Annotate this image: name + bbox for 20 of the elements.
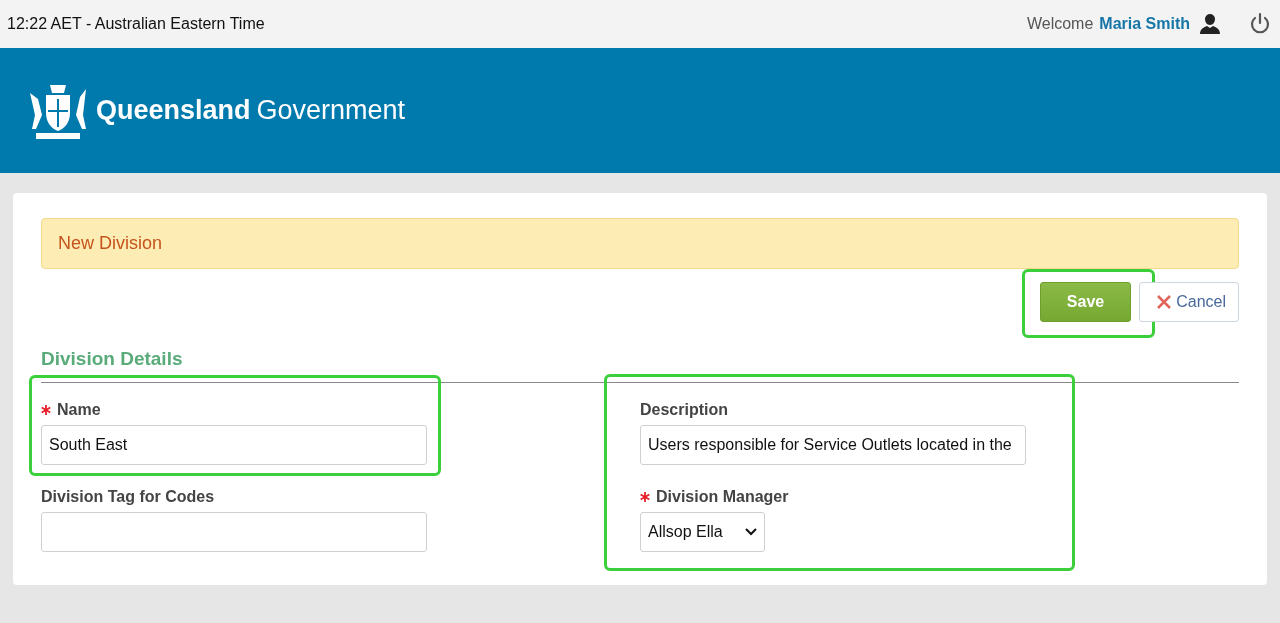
text-input-field[interactable]	[41, 512, 427, 552]
field-label: Name	[57, 401, 101, 419]
section-heading: Division Details	[41, 348, 1239, 383]
user-icon[interactable]	[1198, 12, 1222, 36]
text-input-field[interactable]: Users responsible for Service Outlets located in the	[640, 425, 1026, 465]
cancel-button[interactable]: Cancel	[1139, 282, 1239, 322]
field-label: Division Manager	[656, 488, 789, 506]
power-icon[interactable]	[1248, 12, 1272, 36]
manager-select[interactable]: Allsop Ella	[640, 512, 765, 552]
brand-name: Queensland	[96, 95, 251, 126]
field-label: Description	[640, 401, 728, 419]
time-zone-text: 12:22 AET - Australian Eastern Time	[7, 15, 266, 33]
page-title-banner: New Division	[41, 218, 1239, 269]
chevron-down-icon	[744, 528, 757, 536]
welcome-text: Welcome	[1026, 15, 1094, 33]
close-icon	[1156, 294, 1173, 310]
text-input-field[interactable]: South East	[41, 425, 427, 465]
user-name-link[interactable]: Maria Smith	[1099, 15, 1190, 33]
brand-subtitle: Government	[256, 95, 406, 126]
field-label: Division Tag for Codes	[41, 488, 215, 506]
